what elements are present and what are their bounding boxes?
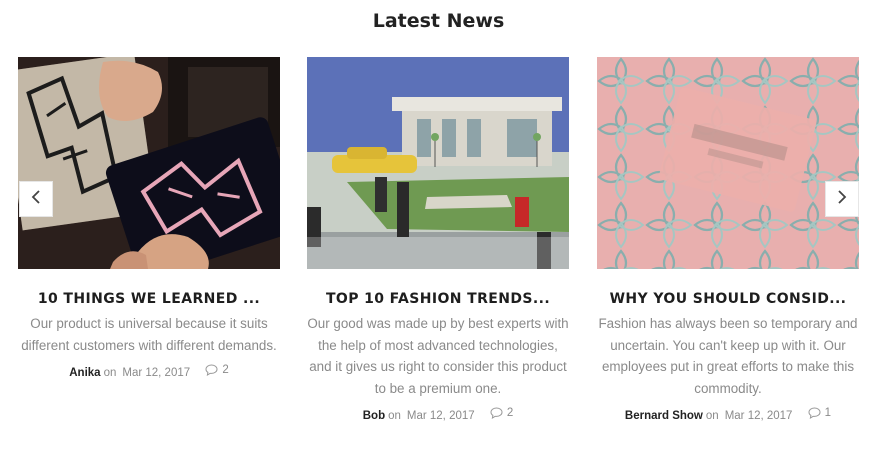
meta-on: on (103, 367, 117, 379)
post-author[interactable]: Bernard Show (625, 410, 703, 422)
post-author[interactable]: Anika (69, 367, 100, 379)
post-title[interactable]: WHY YOU SHOULD CONSID... (597, 291, 859, 307)
post-title[interactable]: TOP 10 FASHION TRENDS... (307, 291, 569, 307)
comments-link[interactable]: 2 (490, 407, 514, 420)
post-meta: Bernard Show on Mar 12, 2017 1 (597, 407, 859, 422)
post-image[interactable] (597, 57, 859, 269)
meta-on: on (705, 410, 719, 422)
post-meta: Anika on Mar 12, 2017 2 (18, 364, 280, 379)
comments-link[interactable]: 2 (205, 364, 229, 377)
comment-icon (808, 407, 821, 420)
post-excerpt: Fashion has always been so temporary and… (598, 316, 858, 396)
post-image[interactable] (307, 57, 569, 269)
post-author[interactable]: Bob (363, 410, 385, 422)
comment-count: 1 (824, 407, 832, 419)
comment-count: 2 (222, 364, 229, 376)
comments-link[interactable]: 1 (808, 407, 832, 420)
post-title[interactable]: 10 THINGS WE LEARNED ... (18, 291, 280, 307)
comment-icon (205, 364, 218, 377)
comment-icon (490, 407, 503, 420)
post-excerpt: Our product is universal because it suit… (21, 316, 277, 353)
post-meta: Bob on Mar 12, 2017 2 (307, 407, 569, 422)
post-image[interactable] (18, 57, 280, 269)
chevron-right-icon (837, 189, 847, 209)
news-card: TOP 10 FASHION TRENDS... Our good was ma… (307, 57, 569, 422)
meta-on: on (388, 410, 401, 422)
section-title: Latest News (372, 10, 505, 32)
comment-count: 2 (506, 407, 514, 419)
carousel-prev-button[interactable] (19, 181, 53, 217)
post-date: Mar 12, 2017 (724, 410, 793, 422)
chevron-left-icon (31, 189, 41, 209)
post-date: Mar 12, 2017 (406, 410, 475, 422)
news-card: 10 THINGS WE LEARNED ... Our product is … (18, 57, 280, 379)
post-date: Mar 12, 2017 (122, 367, 191, 379)
news-card: WHY YOU SHOULD CONSID... Fashion has alw… (597, 57, 859, 422)
carousel-next-button[interactable] (825, 181, 859, 217)
post-excerpt: Our good was made up by best experts wit… (307, 316, 569, 396)
